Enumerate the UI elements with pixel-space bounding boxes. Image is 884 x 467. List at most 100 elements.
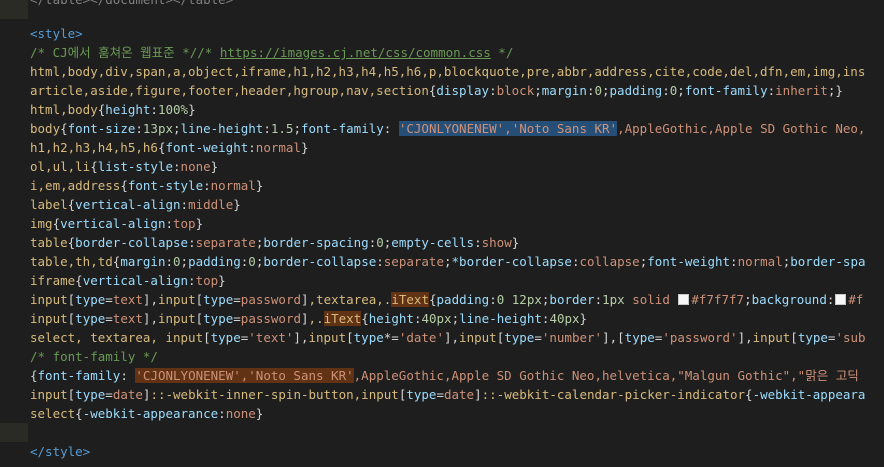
code-token: : bbox=[594, 292, 603, 307]
code-token: middle bbox=[188, 197, 234, 212]
code-line[interactable]: body{font-size:13px;line-height:1.5;font… bbox=[30, 119, 865, 138]
code-token: { bbox=[120, 178, 128, 193]
code-token: password bbox=[240, 311, 302, 326]
code-token: separate bbox=[383, 254, 444, 269]
code-token: normal bbox=[255, 140, 301, 155]
code-token: , bbox=[451, 330, 460, 345]
code-token: ; bbox=[451, 311, 460, 326]
code-line[interactable]: input[type=text],input[type=password],te… bbox=[30, 290, 863, 309]
code-token: = bbox=[105, 387, 113, 402]
code-token: line-height bbox=[180, 121, 264, 136]
code-token: 100% bbox=[157, 102, 189, 117]
code-token: : bbox=[188, 235, 196, 250]
code-token: : bbox=[489, 83, 497, 98]
code-token: height bbox=[105, 102, 151, 117]
code-line[interactable]: input[type=date]::-webkit-inner-spin-but… bbox=[30, 385, 865, 404]
code-token: list-style bbox=[97, 159, 174, 174]
code-line[interactable]: table,th,td{margin:0;padding:0;border-co… bbox=[30, 252, 866, 271]
code-token: margin bbox=[120, 254, 166, 269]
code-line[interactable]: article,aside,figure,footer,header,hgrou… bbox=[30, 81, 843, 100]
code-token: [ bbox=[203, 330, 211, 345]
code-line[interactable]: html,body,div,span,a,object,iframe,h1,h2… bbox=[30, 62, 865, 81]
color-swatch-icon[interactable] bbox=[835, 294, 847, 305]
code-line[interactable]: table{border-collapse:separate;border-sp… bbox=[30, 233, 519, 252]
code-token: text bbox=[112, 292, 143, 307]
code-line[interactable]: iframe{vertical-align:top} bbox=[30, 271, 226, 290]
code-token: ,. bbox=[308, 311, 324, 326]
code-line[interactable]: html,body{height:100%} bbox=[30, 100, 196, 119]
code-token: font-size bbox=[67, 121, 136, 136]
code-token: font-family bbox=[300, 121, 384, 136]
code-line[interactable]: {font-family: 'CJONLYONENEW','Noto Sans … bbox=[30, 366, 859, 385]
code-token: font-style bbox=[127, 178, 204, 193]
code-token: padding bbox=[436, 292, 490, 307]
code-line[interactable]: </table></document></table> bbox=[30, 0, 233, 9]
code-token: 'sub bbox=[835, 330, 866, 345]
code-token: 0 bbox=[173, 254, 181, 269]
code-token: { bbox=[75, 273, 83, 288]
code-token: : bbox=[165, 216, 173, 231]
selected-text: 'CJONLYONENEW','Noto Sans KR' bbox=[398, 121, 618, 136]
code-line[interactable]: img{vertical-align:top} bbox=[30, 214, 203, 233]
code-line[interactable]: input[type=text],input[type=password],.i… bbox=[30, 309, 587, 328]
code-token: type bbox=[624, 330, 655, 345]
code-token: background bbox=[751, 292, 827, 307]
code-token: *= bbox=[383, 330, 399, 345]
code-token: : bbox=[383, 121, 399, 136]
code-token: ,AppleGothic,Apple SD Gothic Neo, bbox=[617, 121, 866, 136]
code-token: type bbox=[75, 311, 106, 326]
code-token: input bbox=[30, 387, 68, 402]
code-editor[interactable]: </table></document></table> <style> /* CJ에… bbox=[0, 0, 884, 467]
code-line[interactable]: /* font-family */ bbox=[30, 347, 158, 366]
code-token: 'date' bbox=[398, 330, 444, 345]
code-line[interactable]: select{-webkit-appearance:none} bbox=[30, 404, 263, 423]
code-token: 13px bbox=[142, 121, 174, 136]
code-token: : bbox=[218, 406, 226, 421]
code-token: padding bbox=[188, 254, 241, 269]
code-token: date bbox=[112, 387, 143, 402]
code-token: type bbox=[203, 311, 234, 326]
code-line[interactable]: <style> bbox=[30, 24, 83, 43]
code-token: vertical-align bbox=[60, 216, 166, 231]
code-token: ] bbox=[474, 387, 482, 402]
code-token: ; bbox=[602, 83, 610, 98]
code-token: h1,h2,h3,h4,h5,h6 bbox=[30, 140, 158, 155]
code-token: } bbox=[218, 273, 226, 288]
code-token: : bbox=[730, 254, 738, 269]
code-token: type bbox=[406, 387, 437, 402]
code-token: */ bbox=[490, 45, 514, 60]
code-token: border-collapse bbox=[263, 254, 377, 269]
code-token: input bbox=[752, 330, 791, 345]
code-token: 40px bbox=[421, 311, 452, 326]
code-token: type bbox=[75, 387, 106, 402]
code-token: table,th,td bbox=[30, 254, 113, 269]
code-token: , bbox=[150, 292, 158, 307]
code-token: 40px bbox=[549, 311, 580, 326]
code-token: } bbox=[300, 140, 309, 155]
code-token: : bbox=[662, 83, 670, 98]
code-line[interactable]: </style> bbox=[30, 442, 90, 461]
code-token: ] bbox=[602, 330, 610, 345]
code-line[interactable]: ol,ul,li{list-style:none} bbox=[30, 157, 218, 176]
code-token: ;} bbox=[827, 83, 843, 98]
color-swatch-icon[interactable] bbox=[678, 294, 690, 305]
code-token: input bbox=[157, 311, 196, 326]
code-token: ::-webkit-calendar-picker-indicator bbox=[481, 387, 746, 402]
code-line[interactable]: select, textarea, input[type='text'],inp… bbox=[30, 328, 866, 347]
code-token: input bbox=[361, 387, 399, 402]
code-line[interactable]: /* CJ에서 훔쳐온 웹표준 *//* https://images.cj.n… bbox=[30, 43, 513, 62]
code-token: padding bbox=[609, 83, 663, 98]
code-line[interactable]: label{vertical-align:middle} bbox=[30, 195, 241, 214]
code-token: ; bbox=[534, 83, 542, 98]
code-line[interactable]: i,em,address{font-style:normal} bbox=[30, 176, 263, 195]
code-token: 'text' bbox=[248, 330, 294, 345]
code-token: vertical-align bbox=[82, 273, 189, 288]
code-token: separate bbox=[195, 235, 256, 250]
code-token: } bbox=[210, 159, 219, 174]
code-token: #f7f7f7 bbox=[691, 292, 745, 307]
code-token: 0 bbox=[594, 83, 602, 98]
code-token: } bbox=[188, 102, 196, 117]
code-line[interactable]: h1,h2,h3,h4,h5,h6{font-weight:normal} bbox=[30, 138, 308, 157]
code-token: , bbox=[609, 330, 618, 345]
code-token: vertical-align bbox=[75, 197, 181, 212]
